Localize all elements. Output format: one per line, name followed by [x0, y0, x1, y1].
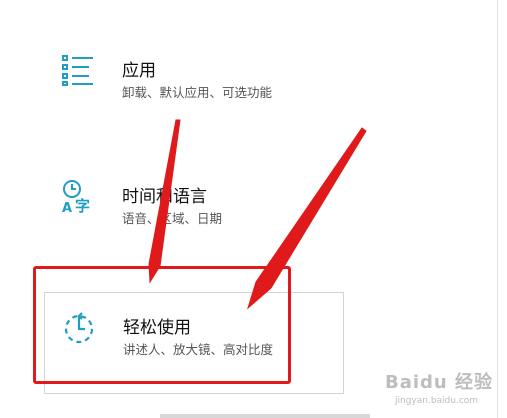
watermark-logo: Baidu 经验 jingyan.baidu.com	[385, 368, 495, 414]
settings-tile-time-language[interactable]: A 字 时间和语言 语音、区域、日期	[44, 172, 344, 232]
svg-text:A: A	[62, 201, 72, 214]
tile-title: 时间和语言	[122, 187, 207, 207]
apps-list-icon	[62, 55, 93, 86]
watermark-url: jingyan.baidu.com	[395, 396, 479, 406]
time-language-icon: A 字	[62, 180, 90, 214]
watermark-text: Baidu 经验	[385, 372, 494, 393]
tile-subtitle: 语音、区域、日期	[122, 211, 223, 226]
svg-text:字: 字	[75, 197, 90, 214]
window-edge	[497, 0, 498, 418]
tile-subtitle: 卸载、默认应用、可选功能	[122, 85, 273, 100]
settings-tile-apps[interactable]: 应用 卸载、默认应用、可选功能	[44, 46, 344, 106]
tile-title: 应用	[122, 61, 156, 81]
annotation-highlight-box	[33, 266, 291, 384]
bottom-scroll-indicator	[160, 414, 370, 418]
